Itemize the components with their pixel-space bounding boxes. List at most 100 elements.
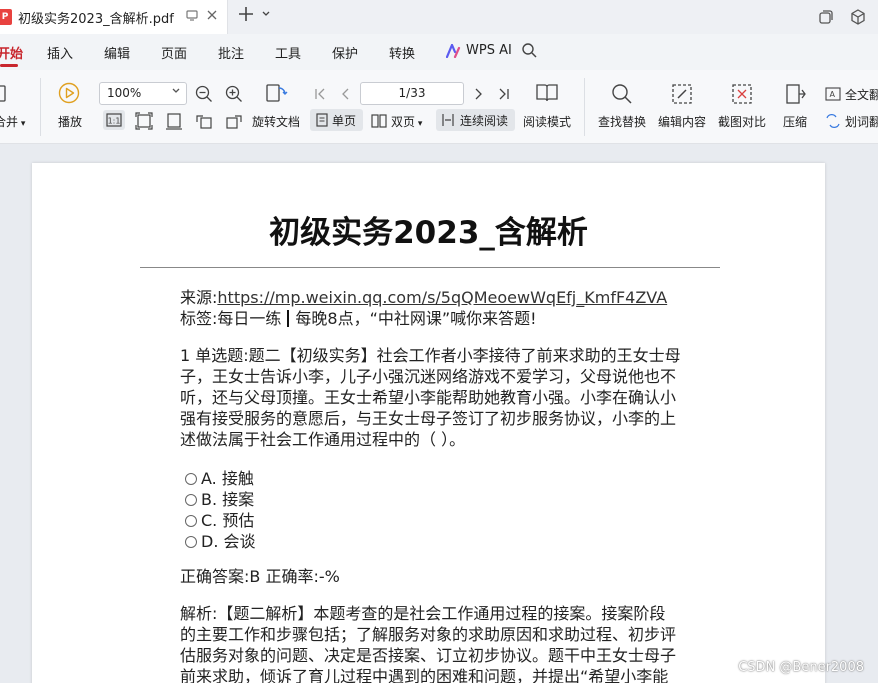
page-indicator: 1/33	[398, 86, 426, 100]
edit-content-icon[interactable]	[670, 82, 694, 110]
tag-daily: 每日一练	[217, 309, 282, 328]
wps-ai-logo-icon	[445, 42, 461, 59]
pdf-page: 初级实务2023_含解析 来源:https://mp.weixin.qq.com…	[32, 163, 825, 683]
menu-item-protect[interactable]: 保护	[332, 43, 358, 62]
menu-item-convert[interactable]: 转换	[389, 43, 415, 62]
option-label: D. 会谈	[201, 532, 256, 551]
option-d[interactable]: D. 会谈	[185, 528, 256, 552]
single-page-label: 单页	[332, 114, 357, 128]
page-number-input[interactable]: 1/33	[360, 82, 464, 105]
rotate-left-icon[interactable]	[195, 112, 213, 134]
radio-button-icon[interactable]	[185, 515, 197, 527]
single-page-icon	[316, 113, 328, 127]
screenshot-compare-icon[interactable]	[730, 82, 754, 110]
pdf-file-icon: P	[0, 9, 12, 25]
source-line: 来源:https://mp.weixin.qq.com/s/5qQMeoewWq…	[180, 287, 667, 308]
chevron-down-icon	[171, 86, 181, 99]
actual-size-button[interactable]: 1:1	[103, 110, 125, 130]
find-replace-icon[interactable]	[610, 82, 634, 110]
read-mode-label[interactable]: 阅读模式	[523, 113, 571, 130]
menu-item-annotate[interactable]: 批注	[218, 43, 244, 62]
rotate-right-icon[interactable]	[225, 112, 243, 134]
menu-item-tools[interactable]: 工具	[275, 43, 301, 62]
find-replace-label[interactable]: 查找替换	[598, 113, 646, 130]
play-icon[interactable]	[58, 82, 80, 108]
double-page-label: 双页	[391, 115, 416, 129]
double-page-icon[interactable]	[371, 113, 387, 132]
toolbar-divider	[40, 78, 41, 136]
full-translate-label[interactable]: 全文翻	[845, 86, 878, 103]
compress-label[interactable]: 压缩	[783, 113, 807, 130]
menu-bar: 开始 插入 编辑 页面 批注 工具 保护 转换 WPS AI	[0, 34, 878, 70]
screenshot-compare-label[interactable]: 截图对比	[718, 113, 766, 130]
cube-3d-icon[interactable]	[849, 8, 867, 26]
close-tab-icon[interactable]	[204, 8, 220, 24]
svg-text:A: A	[830, 90, 836, 99]
analysis-line: 估服务对象的问题、决定是否接案、订立初步协议。题干中王女士母子	[180, 646, 677, 665]
first-page-icon[interactable]	[313, 86, 327, 105]
source-link[interactable]: https://mp.weixin.qq.com/s/5qQMeoewWqEfj…	[217, 288, 667, 307]
full-translate-icon[interactable]: A	[825, 86, 841, 105]
analysis-line: 前来求助，倾诉了育儿过程中遇到的困难和问题，并提出“希望小李能	[180, 667, 669, 683]
question-line: 强有接受服务的意愿后，与王女士母子签订了初步服务协议，小李的上	[180, 409, 677, 428]
radio-button-icon[interactable]	[185, 473, 197, 485]
title-divider	[140, 267, 720, 268]
last-page-icon[interactable]	[497, 86, 511, 105]
continuous-read-label: 连续阅读	[460, 114, 509, 128]
menu-item-wps-ai[interactable]: WPS AI	[466, 43, 512, 58]
analysis-line: 解析:【题二解析】本题考查的是社会工作通用过程的接案。接案阶段	[180, 604, 666, 623]
menu-item-insert[interactable]: 插入	[47, 43, 73, 62]
menu-item-edit[interactable]: 编辑	[104, 43, 130, 62]
fit-page-icon[interactable]	[135, 112, 153, 134]
merge-icon[interactable]	[0, 84, 8, 108]
compress-icon[interactable]	[783, 82, 807, 110]
rotate-document-icon[interactable]	[265, 82, 289, 108]
search-icon[interactable]	[521, 42, 538, 63]
zoom-in-icon[interactable]	[225, 85, 243, 107]
fit-width-icon[interactable]	[165, 112, 183, 134]
single-page-button[interactable]: 单页	[310, 109, 363, 131]
merge-label: 合并	[0, 115, 19, 129]
new-tab-plus-icon[interactable]	[237, 5, 255, 27]
zoom-value: 100%	[107, 86, 142, 100]
document-title: 初级实务2023_含解析	[269, 215, 588, 251]
double-page-button[interactable]: 双页 ▾	[391, 113, 422, 130]
question-line: 述做法属于社会工作通用过程中的（ ）。	[180, 430, 466, 449]
merge-button[interactable]: 合并 ▾	[0, 113, 25, 130]
continuous-read-icon	[442, 114, 454, 126]
radio-button-icon[interactable]	[185, 494, 197, 506]
restore-window-icon[interactable]	[817, 8, 835, 26]
tab-title: 初级实务2023_含解析.pdf	[18, 12, 174, 27]
book-icon[interactable]	[535, 82, 559, 108]
radio-button-icon[interactable]	[185, 536, 197, 548]
word-translate-label[interactable]: 划词翻	[845, 113, 878, 130]
tags-line: 标签:每日一练 每晚8点，“中社网课”喊你来答题!	[180, 308, 537, 329]
tags-label: 标签:	[180, 309, 218, 328]
menu-item-start[interactable]: 开始	[0, 43, 23, 62]
document-tab[interactable]: P 初级实务2023_含解析.pdf	[0, 0, 228, 34]
analysis-line: 的主要工作和步骤包括；了解服务对象的求助原因和求助过程、初步评	[180, 625, 677, 644]
edit-content-label[interactable]: 编辑内容	[658, 113, 706, 130]
word-translate-icon[interactable]	[825, 113, 841, 132]
title-bar: P 初级实务2023_含解析.pdf	[0, 0, 878, 34]
text-cursor	[287, 310, 290, 327]
answer-line: 正确答案:B 正确率:-%	[180, 567, 340, 586]
toolbar-divider	[584, 78, 585, 136]
zoom-select[interactable]: 100%	[99, 82, 187, 105]
rotate-document-label[interactable]: 旋转文档	[252, 113, 300, 130]
question-line: 1 单选题:题二【初级实务】社会工作者小李接待了前来求助的王女士母	[180, 346, 681, 365]
tab-preview-icon[interactable]	[184, 8, 200, 24]
continuous-read-button[interactable]: 连续阅读	[436, 109, 515, 131]
play-label[interactable]: 播放	[58, 113, 82, 130]
next-page-icon[interactable]	[471, 86, 485, 105]
question-line: 听，还与父母顶撞。王女士希望小李能帮助她教育小强。小李在确认小	[180, 388, 677, 407]
svg-text:1:1: 1:1	[108, 117, 121, 126]
previous-page-icon[interactable]	[339, 86, 353, 105]
watermark: CSDN @Bener2008	[738, 660, 864, 675]
tag-schedule: 每晚8点，“中社网课”喊你来答题!	[295, 309, 537, 328]
zoom-out-icon[interactable]	[195, 85, 213, 107]
question-line: 子，王女士告诉小李，儿子小强沉迷网络游戏不爱学习，父母说他也不	[180, 367, 677, 386]
menu-item-page[interactable]: 页面	[161, 43, 187, 62]
active-menu-indicator	[0, 64, 18, 67]
chevron-down-icon[interactable]	[261, 9, 271, 22]
